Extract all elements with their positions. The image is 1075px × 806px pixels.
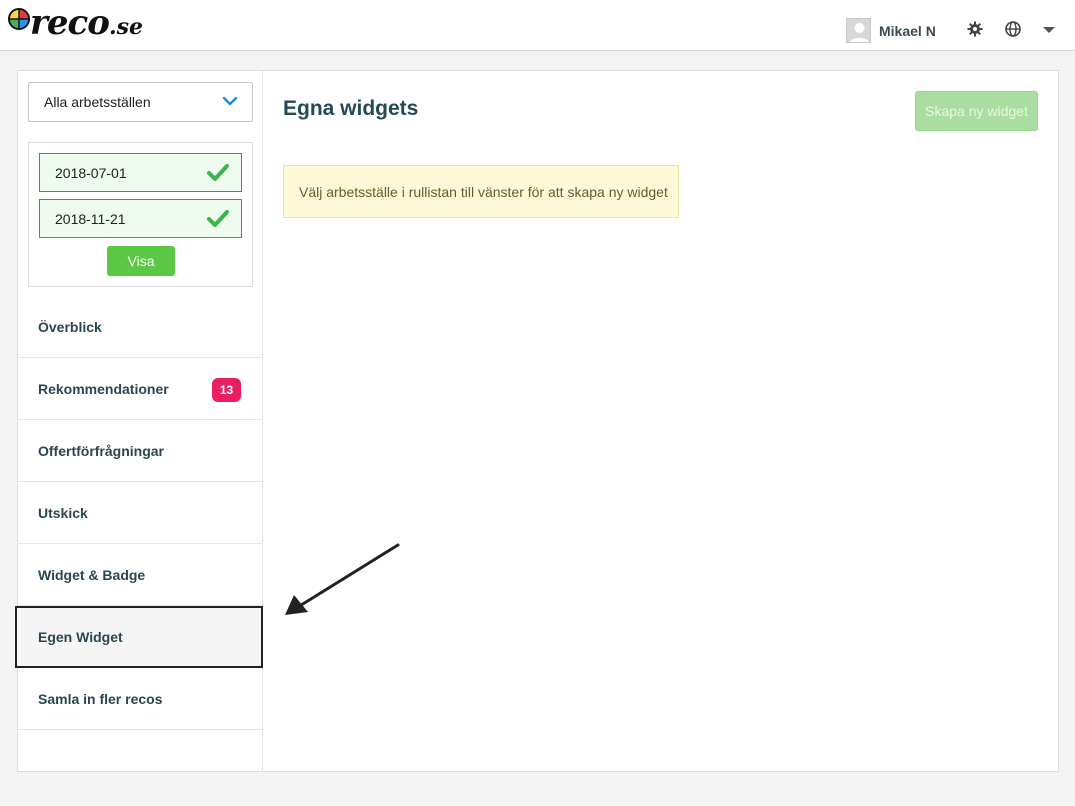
logo-text: reco.se bbox=[30, 3, 143, 43]
date-from-value: 2018-07-01 bbox=[55, 164, 127, 181]
sidebar-item-label: Offertförfrågningar bbox=[38, 442, 164, 459]
user-menu[interactable]: Mikael N bbox=[846, 18, 936, 43]
gear-icon[interactable] bbox=[967, 21, 983, 37]
logo-mark-icon bbox=[8, 8, 30, 30]
date-range-box: 2018-07-01 2018-11-21 Visa bbox=[28, 142, 253, 287]
user-name: Mikael N bbox=[879, 22, 936, 39]
check-icon bbox=[207, 164, 229, 181]
sidebar-item-label: Widget & Badge bbox=[38, 566, 146, 583]
user-icon bbox=[849, 23, 870, 42]
chevron-down-icon bbox=[222, 96, 238, 106]
main-content: Egna widgets Skapa ny widget Välj arbets… bbox=[263, 71, 1058, 771]
main-panel: Alla arbetsställen 2018-07-01 2018-11-21… bbox=[15, 70, 1059, 772]
date-to-field[interactable]: 2018-11-21 bbox=[39, 199, 242, 238]
count-badge: 13 bbox=[212, 378, 241, 402]
sidebar-item-label: Rekommendationer bbox=[38, 380, 169, 397]
sidebar-item-own-widget[interactable]: Egen Widget bbox=[15, 606, 263, 668]
globe-icon[interactable] bbox=[1005, 21, 1021, 37]
caret-down-icon[interactable] bbox=[1043, 27, 1055, 33]
sidebar-item-widget-badge[interactable]: Widget & Badge bbox=[18, 544, 262, 606]
avatar bbox=[846, 18, 871, 43]
sidebar-item-label: Utskick bbox=[38, 504, 88, 521]
page-title: Egna widgets bbox=[283, 97, 419, 120]
sidebar-item-collect-recos[interactable]: Samla in fler recos bbox=[18, 668, 262, 730]
date-from-field[interactable]: 2018-07-01 bbox=[39, 153, 242, 192]
sidebar-nav: Överblick Rekommendationer 13 Offertförf… bbox=[15, 296, 263, 730]
show-button[interactable]: Visa bbox=[107, 246, 175, 276]
sidebar-item-label: Överblick bbox=[38, 318, 102, 335]
sidebar-item-label: Egen Widget bbox=[38, 629, 123, 645]
workplace-select[interactable]: Alla arbetsställen bbox=[28, 82, 253, 122]
notice-text: Välj arbetsställe i rullistan till vänst… bbox=[299, 183, 668, 200]
annotation-arrow-icon bbox=[285, 543, 400, 615]
sidebar-item-recommendations[interactable]: Rekommendationer 13 bbox=[18, 358, 262, 420]
sidebar-item-mailings[interactable]: Utskick bbox=[18, 482, 262, 544]
sidebar-item-overview[interactable]: Överblick bbox=[18, 296, 262, 358]
date-to-value: 2018-11-21 bbox=[55, 210, 126, 227]
logo[interactable]: reco.se bbox=[8, 6, 143, 40]
workplace-select-value: Alla arbetsställen bbox=[44, 94, 151, 110]
sidebar: Alla arbetsställen 2018-07-01 2018-11-21… bbox=[15, 71, 263, 771]
top-bar: reco.se Mikael N bbox=[0, 0, 1075, 51]
create-widget-button[interactable]: Skapa ny widget bbox=[915, 91, 1038, 131]
info-notice: Välj arbetsställe i rullistan till vänst… bbox=[283, 165, 679, 218]
check-icon bbox=[207, 210, 229, 227]
sidebar-item-quote-requests[interactable]: Offertförfrågningar bbox=[18, 420, 262, 482]
sidebar-item-label: Samla in fler recos bbox=[38, 690, 163, 707]
